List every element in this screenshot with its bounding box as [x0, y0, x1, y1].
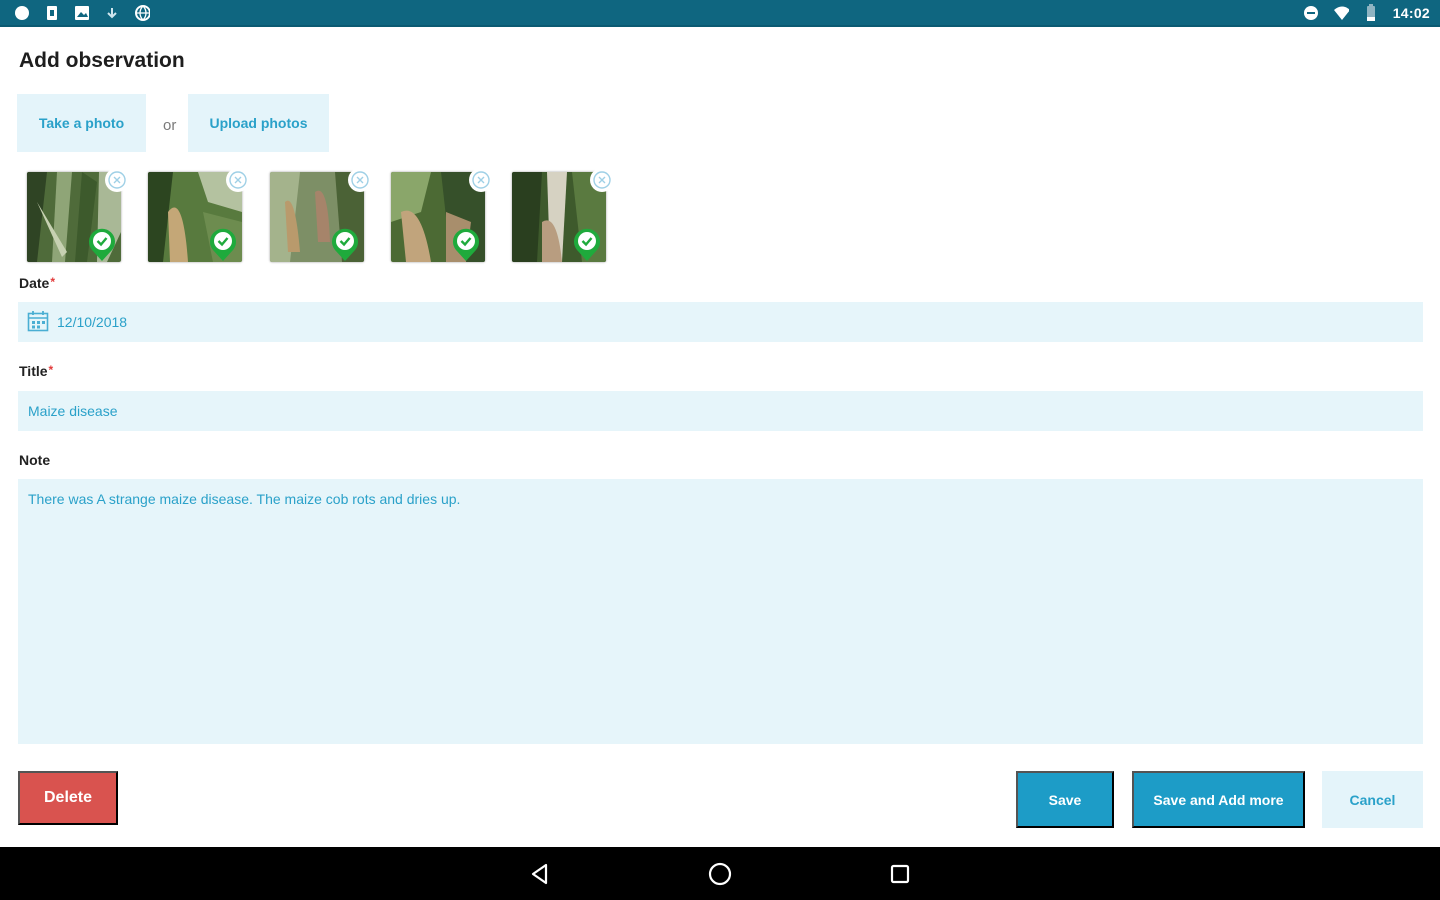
back-icon[interactable] — [525, 859, 555, 889]
photo-thumbnail[interactable] — [27, 168, 129, 262]
note-textarea[interactable]: There was A strange maize disease. The m… — [18, 479, 1423, 744]
page-title: Add observation — [19, 49, 185, 72]
photo-thumbnail[interactable] — [148, 168, 250, 262]
remove-photo-button[interactable] — [226, 168, 250, 192]
photo-thumbnail[interactable] — [512, 168, 614, 262]
upload-photos-button[interactable]: Upload photos — [188, 94, 329, 152]
status-bar-left — [14, 4, 150, 21]
title-input[interactable]: Maize disease — [18, 391, 1423, 431]
title-value: Maize disease — [28, 403, 118, 419]
title-label: Title* — [19, 363, 53, 379]
photo-thumbnail[interactable] — [391, 168, 493, 262]
remove-photo-button[interactable] — [469, 168, 493, 192]
close-circle-icon — [229, 171, 247, 189]
globe-icon — [134, 4, 150, 21]
photo-thumbnail[interactable] — [270, 168, 372, 262]
status-bar-right: 14:02 — [1303, 3, 1430, 21]
battery-icon — [1363, 3, 1379, 21]
close-circle-icon — [108, 171, 126, 189]
close-circle-icon — [351, 171, 369, 189]
take-photo-button[interactable]: Take a photo — [17, 94, 146, 152]
wifi-icon — [1333, 5, 1349, 21]
clock: 14:02 — [1392, 4, 1430, 21]
close-circle-icon — [593, 171, 611, 189]
remove-photo-button[interactable] — [105, 168, 129, 192]
date-value: 12/10/2018 — [57, 314, 128, 330]
note-value: There was A strange maize disease. The m… — [28, 491, 461, 507]
home-icon[interactable] — [705, 859, 735, 889]
location-pin-check-icon — [330, 228, 360, 262]
required-marker: * — [48, 363, 54, 377]
required-marker: * — [50, 275, 56, 289]
or-separator: or — [163, 117, 177, 134]
save-button[interactable]: Save — [1016, 771, 1114, 828]
remove-photo-button[interactable] — [348, 168, 372, 192]
recents-icon[interactable] — [885, 859, 915, 889]
navigation-bar — [0, 847, 1440, 900]
cancel-button[interactable]: Cancel — [1322, 771, 1423, 828]
save-and-add-more-button[interactable]: Save and Add more — [1132, 771, 1305, 828]
delete-button[interactable]: Delete — [18, 771, 118, 825]
download-icon — [104, 5, 120, 21]
status-bar: 14:02 — [0, 0, 1440, 27]
remove-photo-button[interactable] — [590, 168, 614, 192]
location-pin-check-icon — [208, 228, 238, 262]
add-observation-form: Add observation Take a photo or Upload p… — [0, 27, 1440, 847]
date-label-text: Date — [19, 275, 50, 291]
location-pin-check-icon — [572, 228, 602, 262]
sim-icon — [44, 5, 60, 21]
title-label-text: Title — [19, 363, 48, 379]
location-pin-check-icon — [87, 228, 117, 262]
date-label: Date* — [19, 275, 55, 291]
calendar-icon — [27, 310, 49, 335]
dnd-icon — [1303, 5, 1319, 21]
note-label: Note — [19, 452, 51, 468]
image-icon — [74, 5, 90, 21]
circle-icon — [14, 5, 30, 21]
close-circle-icon — [472, 171, 490, 189]
date-field[interactable]: 12/10/2018 — [18, 302, 1423, 342]
location-pin-check-icon — [451, 228, 481, 262]
